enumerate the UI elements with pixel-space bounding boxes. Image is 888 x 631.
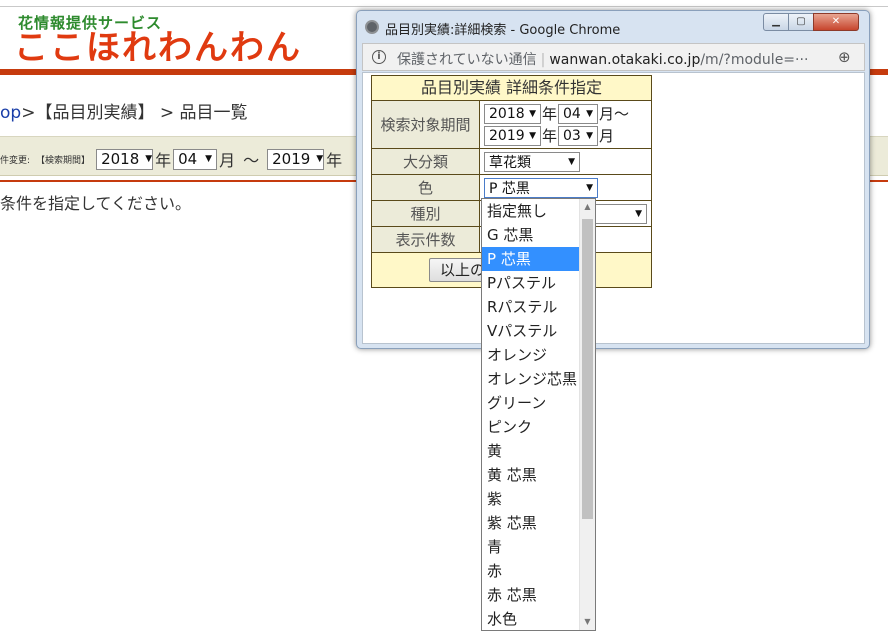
address-bar[interactable]: i 保護されていない通信 | wanwan.otakaki.co.jp/m/?mod… <box>362 43 865 71</box>
chevron-down-icon: ▼ <box>635 208 642 219</box>
dropdown-option[interactable]: 赤 芯黒 <box>482 583 579 607</box>
title-bar[interactable]: 品目別実績:詳細検索 - Google Chrome ▁ ▢ ✕ <box>357 11 869 43</box>
close-button[interactable]: ✕ <box>813 13 859 31</box>
color-dropdown-list[interactable]: 指定無し G 芯黒 P 芯黒 Pパステル Rパステル Vパステル オレンジ オレンジ芯黒 グリー… <box>481 198 596 631</box>
period-label: 【検索期間】 <box>36 155 91 166</box>
period-value: 2018 ▼ 年 04 ▼ 月～ 2019 ▼ 年 03 ▼ 月 <box>480 101 651 148</box>
window-title: 品目別実績:詳細検索 - Google Chrome <box>385 23 621 38</box>
dropdown-scrollbar[interactable]: ▲ ▼ <box>579 199 595 630</box>
chevron-down-icon: ▼ <box>529 130 536 141</box>
breadcrumb-separator: > <box>21 103 36 123</box>
type-label: 種別 <box>372 201 480 226</box>
dropdown-option[interactable]: Rパステル <box>482 295 579 319</box>
from-month-select[interactable]: 04 ▼ <box>558 103 599 124</box>
page-top-line <box>0 6 888 7</box>
dropdown-option[interactable]: オレンジ <box>482 343 579 367</box>
month-unit: 月 <box>219 151 236 170</box>
instruction-message: 条件を指定してください。 <box>0 194 192 213</box>
to-year-select[interactable]: 2019 ▼ <box>484 125 541 146</box>
address-separator: | <box>540 52 546 68</box>
type-select[interactable]: ▼ <box>591 203 647 224</box>
breadcrumb-section: 【品目別実績】 <box>35 103 155 123</box>
info-icon[interactable]: i <box>372 50 386 64</box>
dropdown-option[interactable]: G 芯黒 <box>482 223 579 247</box>
minimize-button[interactable]: ▁ <box>763 13 789 31</box>
chrome-icon <box>365 20 379 34</box>
logo[interactable]: ここほれわんわん <box>14 28 302 68</box>
scroll-up-icon[interactable]: ▲ <box>580 199 595 215</box>
year-unit: 年 <box>326 151 343 170</box>
security-label: 保護されていない通信 <box>397 52 537 68</box>
address-path: /m/?module=··· <box>700 52 809 68</box>
dropdown-option[interactable]: 赤 <box>482 559 579 583</box>
dropdown-option[interactable]: 水色 <box>482 607 579 630</box>
dropdown-option[interactable]: 青 <box>482 535 579 559</box>
condition-prefix: 件変更: <box>0 155 31 166</box>
chevron-down-icon: ▼ <box>586 182 593 193</box>
year-unit: 年 <box>155 151 172 170</box>
dropdown-option[interactable]: オレンジ芯黒 <box>482 367 579 391</box>
maximize-button[interactable]: ▢ <box>788 13 814 31</box>
chevron-down-icon: ▼ <box>586 130 594 141</box>
address-domain: wanwan.otakaki.co.jp <box>549 52 701 68</box>
dropdown-option[interactable]: グリーン <box>482 391 579 415</box>
chevron-down-icon: ▼ <box>529 108 536 119</box>
range-tilde: ～ <box>243 151 260 170</box>
dropdown-option[interactable]: 紫 <box>482 487 579 511</box>
category-label: 大分類 <box>372 149 480 174</box>
category-select[interactable]: 草花類 ▼ <box>484 151 580 172</box>
color-select[interactable]: P 芯黒 ▼ <box>484 177 598 198</box>
dropdown-option[interactable]: 黄 芯黒 <box>482 463 579 487</box>
color-label: 色 <box>372 175 480 200</box>
to-year-select[interactable]: 2019 ▼ <box>267 148 325 170</box>
popup-window: 品目別実績:詳細検索 - Google Chrome ▁ ▢ ✕ i 保護されて… <box>356 10 870 349</box>
dropdown-option[interactable]: P 芯黒 <box>482 247 579 271</box>
from-year-select[interactable]: 2018 ▼ <box>484 103 541 124</box>
address-text: 保護されていない通信 | wanwan.otakaki.co.jp/m/?modul… <box>397 49 808 69</box>
form-title: 品目別実績 詳細条件指定 <box>372 76 651 100</box>
chevron-down-icon: ▼ <box>205 154 213 164</box>
to-month-select[interactable]: 03 ▼ <box>558 125 599 146</box>
dropdown-option[interactable]: Vパステル <box>482 319 579 343</box>
chevron-down-icon: ▼ <box>316 154 324 164</box>
range-mark: 月～ <box>599 105 630 123</box>
month-unit: 月 <box>599 127 615 145</box>
dropdown-option[interactable]: ピンク <box>482 415 579 439</box>
chevron-down-icon: ▼ <box>145 154 153 164</box>
popup-content: 品目別実績 詳細条件指定 検索対象期間 2018 ▼ 年 04 ▼ 月～ 2019 ▼ <box>362 72 865 344</box>
scroll-down-icon[interactable]: ▼ <box>580 614 595 630</box>
year-unit: 年 <box>542 105 558 123</box>
dropdown-option[interactable]: 黄 <box>482 439 579 463</box>
from-month-select[interactable]: 04 ▼ <box>173 148 218 170</box>
dropdown-option[interactable]: 指定無し <box>482 199 579 223</box>
scroll-thumb[interactable] <box>582 219 593 519</box>
period-label: 検索対象期間 <box>372 101 480 148</box>
from-year-select[interactable]: 2018 ▼ <box>96 148 154 170</box>
count-label: 表示件数 <box>372 227 480 252</box>
breadcrumb-current: 品目一覧 <box>179 103 248 123</box>
dropdown-option[interactable]: Pパステル <box>482 271 579 295</box>
chevron-down-icon: ▼ <box>586 108 594 119</box>
year-unit: 年 <box>542 127 558 145</box>
breadcrumb-separator: > <box>154 103 180 123</box>
condition-row: 件変更: 【検索期間】 2018 ▼ 年 04 ▼ 月 ～ 2019 ▼ 年 <box>0 147 342 171</box>
zoom-icon[interactable]: ⊕ <box>838 48 851 66</box>
dropdown-option[interactable]: 紫 芯黒 <box>482 511 579 535</box>
breadcrumb-top-link[interactable]: op <box>0 103 21 123</box>
breadcrumb: op>【品目別実績】 > 品目一覧 <box>0 98 248 123</box>
chevron-down-icon: ▼ <box>568 156 575 167</box>
